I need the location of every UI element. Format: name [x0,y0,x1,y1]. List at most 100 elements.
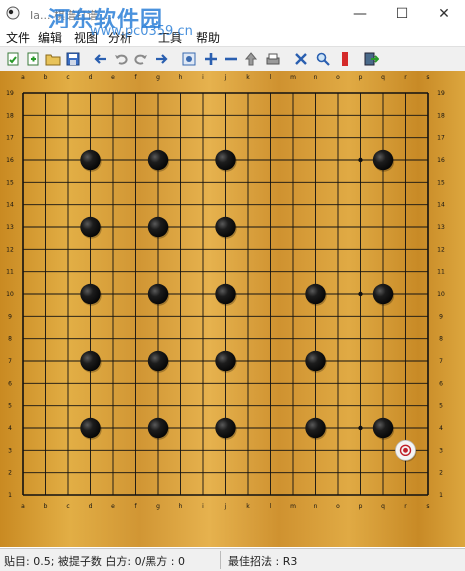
open-folder-icon [45,54,61,66]
black-stone [80,350,101,372]
suggested-move-dot [403,447,408,453]
watermark-url: www.pc0359.cn [90,24,193,39]
row-label: 15 [437,179,445,186]
row-label: 19 [6,90,14,97]
row-label: 14 [437,202,445,209]
black-stone [80,216,101,238]
row-label: 18 [437,112,445,119]
export-icon [364,52,379,66]
column-label: h [179,503,183,510]
black-stone [80,283,101,305]
row-label: 10 [437,291,445,298]
row-label: 16 [6,157,14,164]
row-label: 15 [6,179,14,186]
export-button[interactable] [362,50,380,68]
row-label: 16 [437,157,445,164]
black-stone [147,283,169,305]
new-game-button[interactable] [4,50,22,68]
row-label: 18 [6,112,14,119]
column-label: e [111,503,115,510]
menu-edit[interactable]: 编辑 [38,29,62,46]
undo-icon [115,54,128,65]
row-label: 5 [439,403,443,410]
maximize-button[interactable]: ☐ [382,2,422,26]
go-board[interactable]: aabbccddeeffgghhiijjkkllmmnnooppqqrrss19… [0,71,465,547]
open-file-button[interactable] [24,50,42,68]
add-icon [205,53,217,65]
redo-icon [134,54,147,65]
row-label: 5 [8,403,12,410]
add-button[interactable] [202,50,220,68]
app-icon [6,6,20,20]
open-folder-button[interactable] [44,50,62,68]
up-arrow-button[interactable] [242,50,260,68]
new-game-icon [7,52,19,66]
column-label: e [111,74,115,81]
bookmark-icon [342,52,348,66]
column-label: j [224,503,227,510]
black-stone [372,149,394,171]
column-label: q [381,503,385,510]
row-label: 2 [439,470,443,477]
column-label: a [21,74,25,81]
column-label: n [314,74,318,81]
board-wood [0,71,465,547]
search-button[interactable] [314,50,332,68]
row-label: 12 [437,246,445,253]
row-label: 14 [6,202,14,209]
row-label: 12 [6,246,14,253]
remove-button[interactable] [222,50,240,68]
row-label: 8 [439,336,443,343]
black-stone [305,350,326,372]
row-label: 9 [8,313,12,320]
menu-file[interactable]: 文件 [6,29,30,46]
save-button[interactable] [64,50,82,68]
status-capture-info: 贴目: 0.5; 被提子数 白方: 0/黑方 : 0 [4,555,185,568]
forward-button[interactable] [152,50,170,68]
column-label: b [44,74,48,81]
column-label: a [21,503,25,510]
row-label: 4 [8,425,12,432]
minimize-button[interactable]: — [340,2,380,26]
row-label: 17 [437,135,445,142]
delete-button[interactable] [292,50,310,68]
black-stone [80,149,101,171]
column-label: c [66,503,69,510]
minimize-icon: — [353,6,367,22]
redo-button[interactable] [132,50,150,68]
close-button[interactable]: ✕ [424,2,464,26]
black-stone [215,350,236,372]
column-label: b [44,503,48,510]
black-stone [215,149,236,171]
status-best-move: 最佳招法 : R3 [228,555,298,568]
row-label: 1 [8,492,12,499]
remove-icon [225,57,237,61]
column-label: s [426,74,429,81]
black-stone [215,417,236,439]
black-stone [372,283,394,305]
print-button[interactable] [264,50,282,68]
column-label: o [336,503,340,510]
undo-button[interactable] [112,50,130,68]
column-label: s [426,503,429,510]
go-board-panel: a a b b c c d d e e f f g g h h i i j j k k l l m m n n o o p p q q r r s s 19… [0,71,465,547]
column-label: d [89,74,93,81]
back-button[interactable] [92,50,110,68]
column-label: p [359,503,363,510]
column-label: c [66,74,69,81]
row-label: 8 [8,336,12,343]
settings-button[interactable] [180,50,198,68]
status-divider [220,551,221,569]
forward-icon [156,54,168,64]
black-stone [372,417,394,439]
row-label: 1 [439,492,443,499]
black-stone [215,283,236,305]
column-label: g [156,503,160,510]
black-stone [147,417,169,439]
menu-help[interactable]: 帮助 [196,29,220,46]
open-file-icon [27,52,39,66]
bookmark-button[interactable] [336,50,354,68]
black-stone [305,417,326,439]
row-label: 6 [439,380,443,387]
up-arrow-icon [244,52,258,66]
